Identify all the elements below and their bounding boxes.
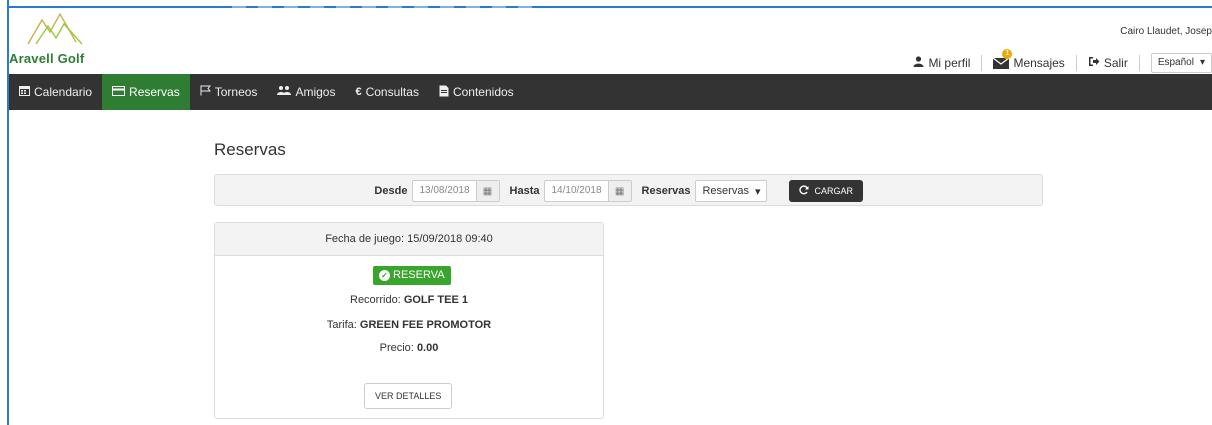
reservation-card: Fecha de juego: 15/09/2018 09:40 ✓ RESER…: [214, 222, 604, 419]
messages-badge: 1: [1002, 49, 1013, 59]
logout-label: Salir: [1103, 56, 1128, 70]
brand-logo[interactable]: Aravell Golf: [9, 12, 101, 70]
from-date-field[interactable]: 13/08/2018 ▦: [412, 180, 500, 202]
caret-down-icon: ▾: [1199, 57, 1205, 68]
card-header: Fecha de juego: 15/09/2018 09:40: [215, 223, 603, 256]
nav-item-reservas[interactable]: Reservas: [102, 74, 190, 110]
price-label: Precio:: [379, 342, 414, 354]
rate-info: Tarifa: GREEN FEE PROMOTOR: [215, 319, 603, 331]
main-nav: Calendario Reservas Torneos Amigos € Con…: [9, 74, 1212, 110]
top-nav: Mi perfil 1 Mensajes Salir Español ▾: [913, 49, 1212, 74]
mountain-logo-icon: [27, 12, 83, 45]
profile-label: Mi perfil: [928, 56, 971, 70]
price-info: Precio: 0.00: [215, 342, 603, 354]
nav-item-amigos[interactable]: Amigos: [267, 74, 345, 110]
user-name: Cairo Llaudet, Josep: [1120, 26, 1212, 37]
divider: [981, 55, 983, 71]
credit-card-icon: [112, 85, 126, 99]
euro-icon: €: [355, 86, 362, 98]
brand-name: Aravell Golf: [9, 51, 85, 66]
type-label: Reservas: [641, 185, 691, 197]
user-icon: [913, 56, 924, 70]
page-title: Reservas: [214, 140, 286, 159]
course-label: Recorrido:: [350, 294, 401, 306]
nav-label: Consultas: [365, 85, 419, 99]
nav-label: Calendario: [34, 85, 93, 99]
to-date-field[interactable]: 14/10/2018 ▦: [544, 180, 632, 202]
status-label: RESERVA: [393, 269, 445, 281]
filter-bar: Desde 13/08/2018 ▦ Hasta 14/10/2018 ▦ Re…: [214, 174, 1043, 206]
profile-link[interactable]: Mi perfil: [913, 56, 970, 70]
divider: [1075, 55, 1077, 71]
divider: [1138, 55, 1140, 71]
messages-link[interactable]: 1 Mensajes: [993, 49, 1065, 70]
header: Cairo Llaudet, Josep Mi perfil 1 Mensaje…: [9, 8, 1212, 74]
language-value: Español: [1157, 57, 1194, 68]
filter-row: Desde 13/08/2018 ▦ Hasta 14/10/2018 ▦ Re…: [374, 179, 863, 203]
flag-icon: [200, 85, 211, 99]
logout-link[interactable]: Salir: [1088, 56, 1128, 70]
nav-item-contenidos[interactable]: Contenidos: [429, 74, 524, 110]
calendar-icon[interactable]: ▦: [607, 181, 631, 201]
course-info: Recorrido: GOLF TEE 1: [215, 294, 603, 306]
rate-value: GREEN FEE PROMOTOR: [359, 319, 492, 331]
reservation-type-value: Reservas: [702, 185, 749, 197]
nav-label: Reservas: [129, 85, 180, 99]
load-label: CARGAR: [814, 186, 853, 196]
from-date-value: 13/08/2018: [419, 185, 470, 196]
course-value: GOLF TEE 1: [403, 294, 468, 306]
price-value: 0.00: [416, 342, 439, 354]
messages-label: Mensajes: [1013, 56, 1065, 70]
status-badge: ✓ RESERVA: [373, 266, 451, 285]
calendar-icon: [19, 85, 30, 99]
nav-item-torneos[interactable]: Torneos: [190, 74, 268, 110]
caret-down-icon: ▾: [754, 185, 761, 198]
load-button[interactable]: CARGAR: [789, 180, 863, 202]
nav-item-consultas[interactable]: € Consultas: [345, 74, 429, 110]
envelope-icon: 1: [993, 49, 1013, 69]
nav-label: Contenidos: [452, 85, 514, 99]
refresh-icon: [799, 185, 809, 197]
language-select[interactable]: Español ▾: [1150, 53, 1212, 73]
nav-label: Torneos: [214, 85, 258, 99]
to-label: Hasta: [509, 185, 540, 197]
reservation-type-select[interactable]: Reservas ▾: [695, 180, 768, 202]
file-icon: [439, 85, 449, 100]
nav-label: Amigos: [295, 85, 336, 99]
rate-label: Tarifa:: [326, 319, 357, 331]
nav-item-calendario[interactable]: Calendario: [9, 74, 102, 110]
calendar-icon[interactable]: ▦: [475, 181, 499, 201]
from-label: Desde: [374, 185, 408, 197]
to-date-value: 14/10/2018: [551, 185, 602, 196]
check-circle-icon: ✓: [379, 270, 390, 281]
sign-out-icon: [1088, 56, 1100, 70]
view-details-button[interactable]: VER DETALLES: [364, 383, 453, 409]
users-icon: [277, 85, 292, 99]
